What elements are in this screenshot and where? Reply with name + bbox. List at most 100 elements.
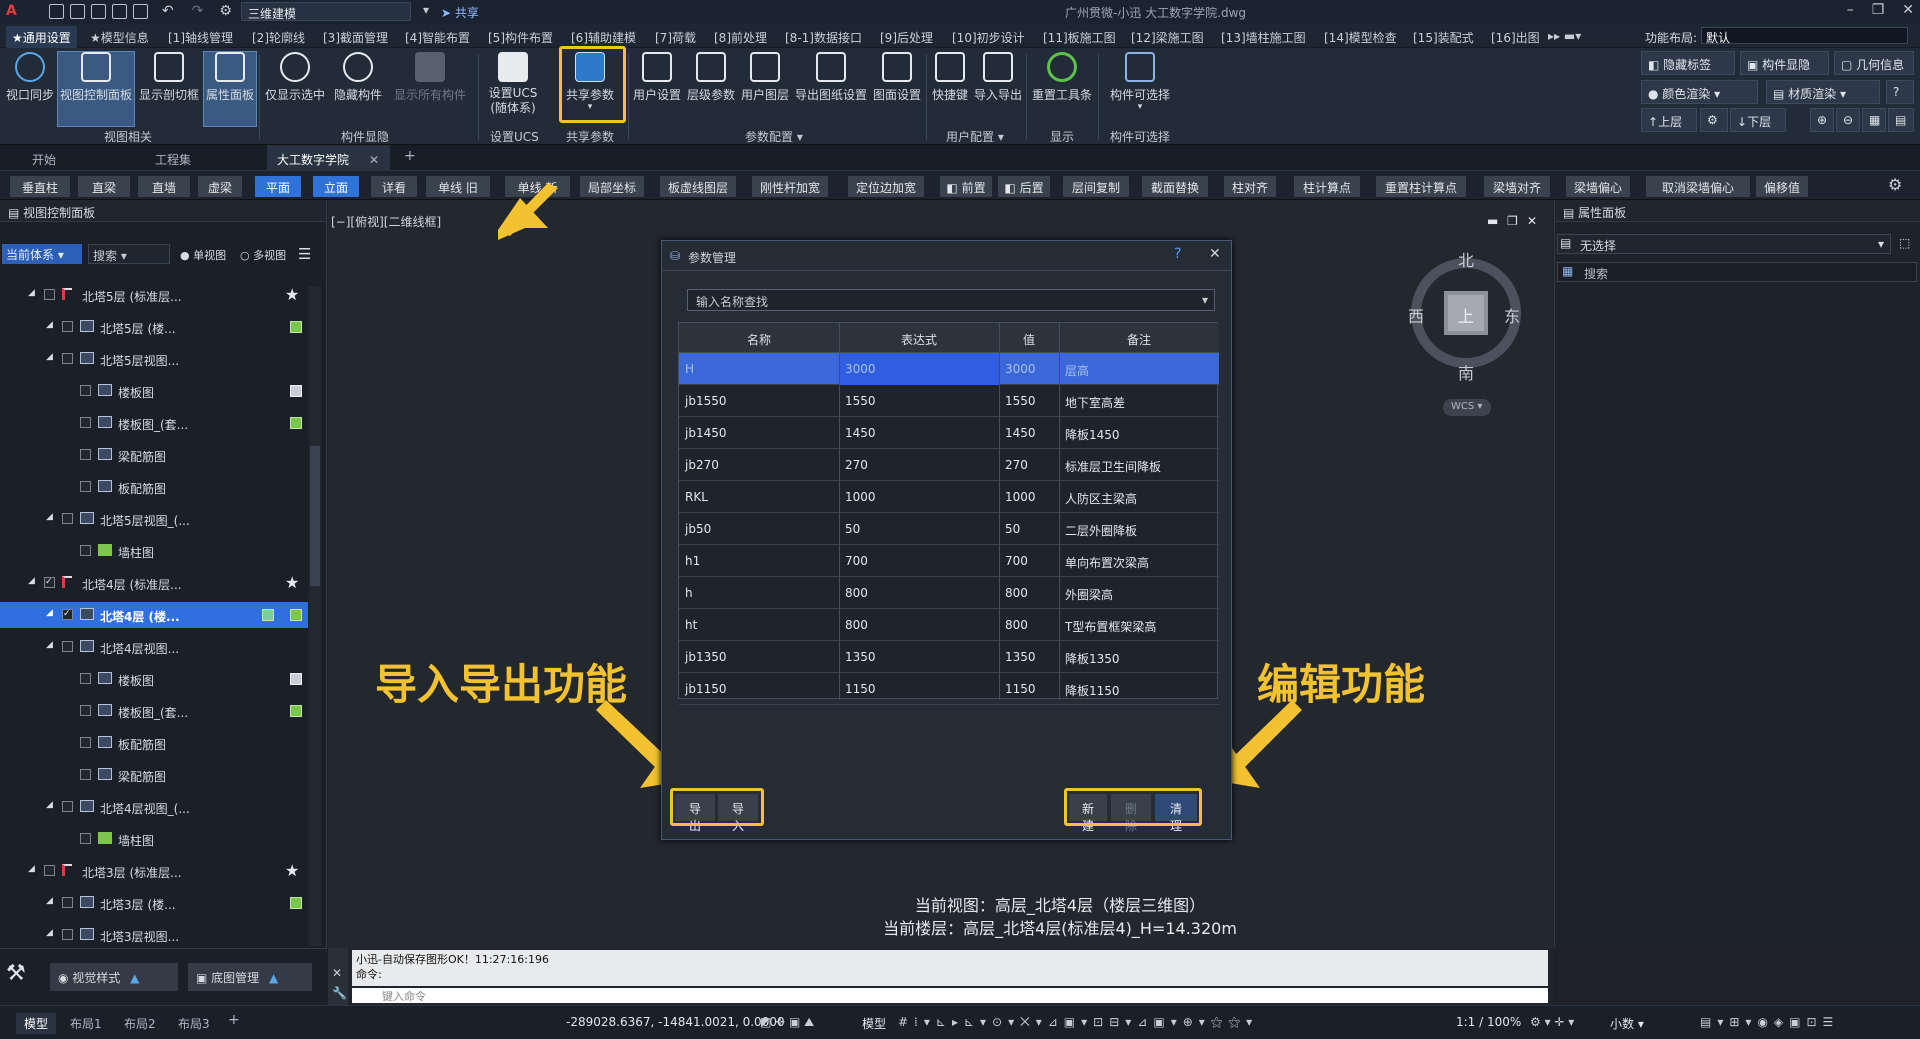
tree-row[interactable]: ◢ 北塔5层 (楼...: [0, 314, 308, 340]
table-row[interactable]: jb270 270 270 标准层卫生间降板: [679, 449, 1219, 481]
tree-checkbox[interactable]: [80, 673, 91, 684]
tree-row[interactable]: 板配筋图: [0, 730, 308, 756]
color-render-button[interactable]: ● 颜色渲染 ▾: [1641, 80, 1758, 104]
more-tabs-icon[interactable]: ▸▸ ▬▾: [1548, 29, 1581, 43]
expand-icon[interactable]: ◢: [46, 640, 53, 650]
tree-row[interactable]: ◢ ✓ 北塔4层 (楼...: [0, 602, 308, 628]
user-layers-button[interactable]: 用户图层: [740, 52, 790, 103]
tree-row[interactable]: 楼板图_(套...: [0, 698, 308, 724]
plan-view-button[interactable]: 平面: [255, 176, 301, 197]
app-logo-icon[interactable]: A: [6, 3, 17, 19]
member-visibility-button[interactable]: ▣ 构件显隐: [1740, 51, 1829, 75]
tree-checkbox[interactable]: [80, 417, 91, 428]
tab-contour[interactable]: [2]轮廓线: [252, 29, 305, 46]
gear-icon[interactable]: ⚙ ▾ ✛ ▾: [1530, 1015, 1574, 1029]
expand-icon[interactable]: ◢: [46, 352, 53, 362]
tree-checkbox[interactable]: [62, 897, 73, 908]
tree-row[interactable]: ◢ 北塔4层视图...: [0, 634, 308, 660]
radio-single-view[interactable]: ● 单视图: [180, 247, 226, 263]
save-as-icon[interactable]: [111, 3, 127, 19]
tab-start[interactable]: 开始: [32, 151, 56, 168]
cell-name[interactable]: jb1350: [685, 650, 727, 664]
star-icon[interactable]: ★: [285, 573, 299, 592]
cell-name[interactable]: jb1450: [685, 426, 727, 440]
expand-icon[interactable]: ◢: [28, 864, 35, 874]
cell-name[interactable]: jb270: [685, 458, 719, 472]
expand-icon[interactable]: ◢: [28, 288, 35, 298]
cell-value[interactable]: 1450: [1005, 426, 1036, 440]
grid-view-icon[interactable]: [262, 609, 274, 621]
local-coords-button[interactable]: 局部坐标: [580, 176, 644, 197]
show-all-members-button[interactable]: 显示所有构件: [390, 52, 470, 103]
tab-drawing-output[interactable]: [16]出图: [1491, 29, 1540, 46]
top-face-label[interactable]: 上: [1458, 303, 1474, 327]
cell-expression[interactable]: 800: [845, 586, 868, 600]
cell-name[interactable]: jb1150: [685, 682, 727, 696]
help-icon[interactable]: ?: [1174, 246, 1181, 262]
cell-remark[interactable]: 层高: [1065, 362, 1089, 379]
zoom-window-icon[interactable]: ▦: [1862, 108, 1886, 132]
viewport-sync-button[interactable]: 视口同步: [4, 52, 56, 103]
geometry-info-button[interactable]: ▢ 几何信息: [1834, 51, 1914, 75]
print-icon[interactable]: [132, 3, 148, 19]
cell-value[interactable]: 1350: [1005, 650, 1036, 664]
section-replace-button[interactable]: 截面替换: [1142, 176, 1208, 197]
tab-smart-layout[interactable]: [4]智能布置: [405, 29, 470, 46]
straight-wall-button[interactable]: 直墙: [138, 176, 190, 197]
offset-value-button[interactable]: 偏移值: [1756, 176, 1808, 197]
close-icon[interactable]: ✕: [1209, 246, 1221, 262]
tree-row[interactable]: 楼板图: [0, 378, 308, 404]
table-row[interactable]: ht 800 800 T型布置框架梁高: [679, 609, 1219, 641]
command-input[interactable]: 键入命令: [352, 988, 1548, 1003]
cancel-beam-wall-eccentric-button[interactable]: 取消梁墙偏心: [1646, 176, 1750, 197]
restore-icon[interactable]: ❐: [1872, 2, 1885, 18]
expand-icon[interactable]: ◢: [46, 896, 53, 906]
cell-value[interactable]: 1000: [1005, 490, 1036, 504]
tree-checkbox[interactable]: ✓: [62, 609, 73, 620]
table-row[interactable]: h 800 800 外圈梁高: [679, 577, 1219, 609]
cell-remark[interactable]: 降板1150: [1065, 682, 1120, 699]
tree-checkbox[interactable]: ✓: [44, 577, 55, 588]
new-file-icon[interactable]: [48, 3, 64, 19]
model-space-toggle[interactable]: 模型: [862, 1015, 886, 1032]
star-icon[interactable]: ★: [285, 285, 299, 304]
tab-data-interface[interactable]: [8-1]数据接口: [785, 29, 862, 46]
shortcuts-button[interactable]: 快捷键: [930, 52, 970, 103]
tree-row[interactable]: ◢ 北塔3层 (标准层... ★: [0, 858, 308, 884]
locate-edge-widen-button[interactable]: 定位边加宽: [848, 176, 924, 197]
view-status-icon[interactable]: [290, 321, 302, 333]
base-map-button[interactable]: ▣ 底图管理 ▲: [188, 963, 312, 991]
tab-postprocess[interactable]: [9]后处理: [880, 29, 933, 46]
table-row[interactable]: jb1150 1150 1150 降板1150: [679, 673, 1219, 705]
cell-value[interactable]: 270: [1005, 458, 1028, 472]
expand-icon[interactable]: ◢: [46, 928, 53, 938]
tree-row[interactable]: ◢ 北塔4层视图_(...: [0, 794, 308, 820]
cell-value[interactable]: 3000: [1005, 362, 1036, 376]
material-render-button[interactable]: ▤ 材质渲染 ▾: [1766, 80, 1880, 104]
cell-expression[interactable]: 1000: [845, 490, 876, 504]
tree-row[interactable]: 梁配筋图: [0, 762, 308, 788]
view-style-button[interactable]: ◉ 视觉样式 ▲: [50, 963, 178, 991]
tab-model[interactable]: 模型: [16, 1013, 57, 1034]
tab-aux-modeling[interactable]: [6]辅助建模: [571, 29, 636, 46]
scrollbar-thumb[interactable]: [310, 446, 320, 586]
properties-panel-button[interactable]: 属性面板: [203, 51, 257, 127]
tree-checkbox[interactable]: [80, 737, 91, 748]
tree-checkbox[interactable]: [44, 289, 55, 300]
cell-value[interactable]: 800: [1005, 618, 1028, 632]
cell-remark[interactable]: 标准层卫生间降板: [1065, 458, 1161, 475]
close-icon[interactable]: ✕: [1902, 2, 1914, 18]
menu-icon[interactable]: ☰: [298, 245, 311, 263]
tab-load[interactable]: [7]荷载: [655, 29, 696, 46]
tab-general-settings[interactable]: ★通用设置: [6, 26, 77, 48]
tree-checkbox[interactable]: [80, 545, 91, 556]
tree-checkbox[interactable]: [44, 865, 55, 876]
expand-icon[interactable]: ◢: [46, 608, 53, 618]
chevron-down-icon[interactable]: ▾: [1202, 293, 1208, 307]
cell-name[interactable]: h: [685, 586, 693, 600]
zoom-in-icon[interactable]: ⊕: [1810, 108, 1834, 132]
col-value[interactable]: 值: [999, 331, 1059, 348]
table-row[interactable]: jb50 50 50 二层外圈降板: [679, 513, 1219, 545]
properties-search-input[interactable]: 搜索: [1557, 262, 1917, 282]
user-settings-button[interactable]: 用户设置: [632, 52, 682, 103]
